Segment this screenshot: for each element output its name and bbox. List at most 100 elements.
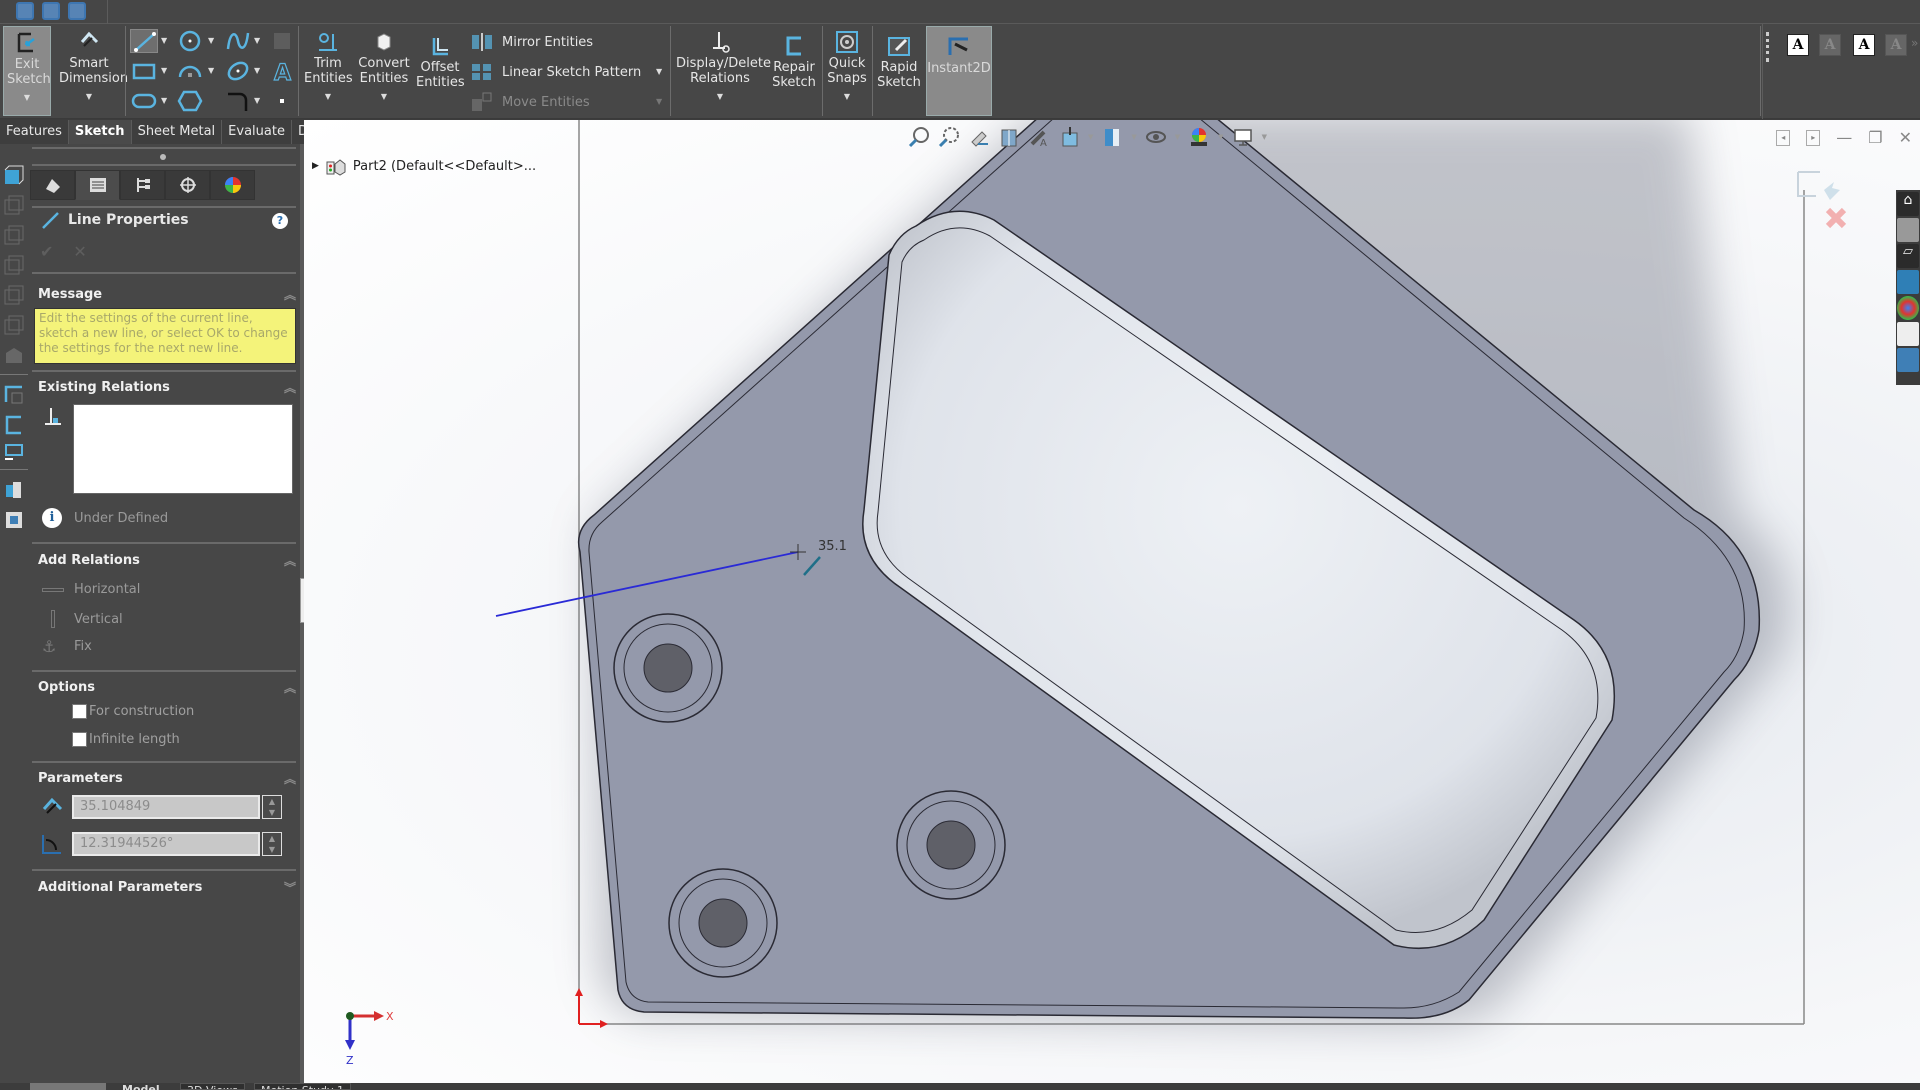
wireframe-cube-icon[interactable] [3,254,25,276]
appearance-dropdown[interactable]: ▼ [1218,133,1223,141]
ellipse-tool[interactable] [224,59,252,83]
tab-configuration-manager[interactable] [120,170,165,200]
add-note-icon[interactable]: A [1885,34,1907,56]
tab-feature-manager[interactable] [30,170,75,200]
previous-view-icon[interactable] [968,126,990,148]
add-relations-header[interactable]: Add Relations ︽ [38,553,296,568]
tab-3d-views[interactable]: 3D Views [180,1083,245,1090]
collapse-icon[interactable]: ︽ [284,770,296,787]
infinite-length-option[interactable]: Infinite length [72,732,180,747]
trim-entities-button[interactable]: Trim Entities ▼ [303,30,353,104]
plane-tool[interactable] [268,29,296,53]
relation-vertical[interactable]: Vertical [42,610,123,628]
expand-icon[interactable]: ︾ [284,879,296,896]
trim-dropdown[interactable]: ▼ [303,89,353,104]
collapse-icon[interactable]: ︽ [284,679,296,696]
infinite-length-checkbox[interactable] [72,732,87,747]
linear-sketch-pattern-button[interactable]: Linear Sketch Pattern [470,61,641,83]
move-dropdown[interactable]: ▼ [656,97,662,106]
rapid-sketch-button[interactable]: Rapid Sketch [876,34,922,90]
slot-tool[interactable] [130,89,158,113]
point-tool[interactable] [268,89,296,113]
length-spinner[interactable]: ▲ ▼ [262,795,282,819]
wireframe-cube-icon[interactable] [3,314,25,336]
tab-display-manager[interactable] [210,170,255,200]
circle-tool[interactable] [176,29,204,53]
move-sketch-icon[interactable] [3,442,25,464]
polygon-tool[interactable] [176,89,204,113]
view-settings-dropdown[interactable]: ▼ [1262,133,1267,141]
rectangle-tool[interactable] [130,59,158,83]
text-tool[interactable]: A [268,59,296,86]
offset-icon[interactable] [3,414,25,436]
angle-input[interactable]: 12.31944526° [72,832,260,856]
smart-dimension-button[interactable]: Smart Dimension ▼ [56,30,128,104]
design-library-icon[interactable] [1897,218,1919,242]
line-dropdown[interactable]: ▼ [161,36,167,45]
exit-sketch-button[interactable]: Exit Sketch ▼ [3,26,51,116]
minimize-button[interactable]: — [1836,128,1852,147]
shaded-cube-icon[interactable] [3,164,25,186]
confirm-arrow-icon[interactable] [1824,182,1840,200]
convert-dropdown[interactable]: ▼ [358,89,410,104]
tab-evaluate[interactable]: Evaluate [222,120,292,144]
convert-entities-button[interactable]: Convert Entities ▼ [358,30,410,104]
tab-property-manager[interactable] [75,170,120,200]
angle-spinner[interactable]: ▲ ▼ [262,832,282,856]
zoom-to-fit-icon[interactable] [908,126,930,148]
tab-model[interactable]: Model [122,1083,160,1090]
tool-icon-1[interactable] [16,2,34,20]
relation-horizontal[interactable]: Horizontal [42,582,140,597]
forum-icon[interactable] [1897,348,1919,372]
arc-dropdown[interactable]: ▼ [208,66,214,75]
exit-sketch-dropdown[interactable]: ▼ [4,90,50,105]
quick-snaps-button[interactable]: Quick Snaps ▼ [826,30,868,104]
sketch-grid-icon[interactable] [3,384,25,406]
edit-appearance-icon[interactable] [1188,126,1210,148]
for-construction-checkbox[interactable] [72,704,87,719]
quick-snaps-dropdown[interactable]: ▼ [826,89,868,104]
display-style-dropdown[interactable]: ▼ [1131,133,1136,141]
line-tool[interactable] [130,29,158,53]
link-note-icon[interactable]: A [1853,34,1875,56]
slot-dropdown[interactable]: ▼ [161,96,167,105]
options-header[interactable]: Options ︽ [38,680,296,695]
hole-2[interactable] [896,790,1006,900]
home-icon[interactable]: ⌂ [1897,192,1919,216]
collapse-left-icon[interactable]: ◂ [1776,129,1791,146]
view-orientation-dropdown[interactable]: ▼ [1088,133,1093,141]
tab-scroll-buttons[interactable] [30,1083,106,1090]
edit-note-icon[interactable]: A [1819,34,1841,56]
existing-relations-list[interactable] [73,404,293,494]
view-palette-icon[interactable] [1897,270,1919,294]
note-icon[interactable]: A [1787,34,1809,56]
existing-relations-header[interactable]: Existing Relations ︽ [38,380,296,395]
collapse-icon[interactable]: ︽ [284,286,296,303]
hole-1[interactable] [613,613,723,723]
relation-fix[interactable]: ⚓ Fix [42,637,92,656]
normal-to-icon[interactable] [3,509,25,531]
display-style-icon[interactable] [1101,126,1123,148]
wireframe-cube-icon[interactable] [3,224,25,246]
hole-3[interactable] [668,868,778,978]
help-button[interactable]: ? [272,213,288,229]
dynamic-annotation-icon[interactable]: A [1028,126,1050,148]
tab-dimxpert-manager[interactable] [165,170,210,200]
cancel-button[interactable]: ✕ [73,242,86,261]
custom-properties-icon[interactable] [1897,322,1919,346]
restore-button[interactable]: ❐ [1868,128,1882,147]
circle-dropdown[interactable]: ▼ [208,36,214,45]
wireframe-cube-icon[interactable] [3,284,25,306]
ellipse-dropdown[interactable]: ▼ [254,66,260,75]
instant2d-button[interactable]: Instant2D [926,26,992,116]
wireframe-cube-icon[interactable] [3,194,25,216]
move-entities-button[interactable]: Move Entities [470,91,590,113]
hide-show-items-icon[interactable] [1145,126,1167,148]
expand-right-icon[interactable]: ▸ [1806,129,1821,146]
spline-dropdown[interactable]: ▼ [254,36,260,45]
repair-sketch-button[interactable]: Repair Sketch [770,34,818,90]
panel-grip[interactable] [160,154,166,160]
view-orientation-icon[interactable] [1058,126,1080,148]
offset-entities-button[interactable]: Offset Entities [414,34,466,90]
solid-block-icon[interactable] [3,344,25,366]
